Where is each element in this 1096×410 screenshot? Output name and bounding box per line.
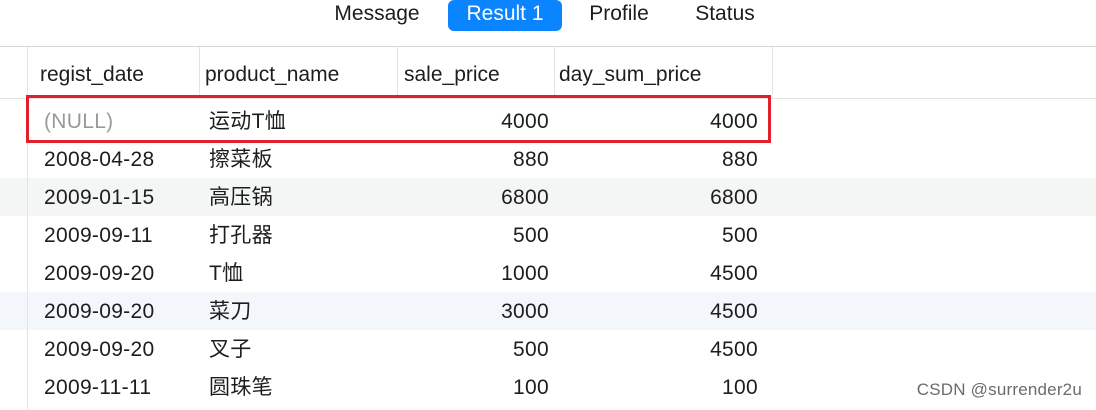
cell-day-sum-price[interactable]: 4500 xyxy=(555,330,758,368)
tab-bar: Message Result 1 Profile Status xyxy=(0,0,1096,40)
cell-regist-date[interactable]: 2009-11-11 xyxy=(44,368,200,406)
cell-sale-price[interactable]: 4000 xyxy=(398,102,549,140)
cell-day-sum-price[interactable]: 4500 xyxy=(555,292,758,330)
cell-sale-price[interactable]: 500 xyxy=(398,330,549,368)
tab-result-1[interactable]: Result 1 xyxy=(448,0,562,31)
table-row[interactable]: 2009-09-11 打孔器 500 500 xyxy=(0,216,1096,254)
cell-day-sum-price[interactable]: 4500 xyxy=(555,254,758,292)
cell-product-name[interactable]: 圆珠笔 xyxy=(209,368,398,406)
cell-regist-date[interactable]: 2009-09-20 xyxy=(44,292,200,330)
tab-profile[interactable]: Profile xyxy=(574,0,664,31)
table-row[interactable]: 2009-09-20 菜刀 3000 4500 xyxy=(0,292,1096,330)
cell-product-name[interactable]: 菜刀 xyxy=(209,292,398,330)
cell-product-name[interactable]: 高压锅 xyxy=(209,178,398,216)
watermark: CSDN @surrender2u xyxy=(916,380,1082,399)
cell-regist-date[interactable]: 2009-09-20 xyxy=(44,330,200,368)
table-header: regist_date product_name sale_price day_… xyxy=(0,47,1096,99)
cell-product-name[interactable]: 运动T恤 xyxy=(209,102,398,140)
result-window: Message Result 1 Profile Status regist_d… xyxy=(0,0,1096,410)
column-header-product-name[interactable]: product_name xyxy=(200,47,398,99)
cell-day-sum-price[interactable]: 6800 xyxy=(555,178,758,216)
cell-product-name[interactable]: 叉子 xyxy=(209,330,398,368)
cell-product-name[interactable]: T恤 xyxy=(209,254,398,292)
cell-sale-price[interactable]: 6800 xyxy=(398,178,549,216)
cell-regist-date[interactable]: 2009-01-15 xyxy=(44,178,200,216)
cell-regist-date[interactable]: 2008-04-28 xyxy=(44,140,200,178)
cell-sale-price[interactable]: 1000 xyxy=(398,254,549,292)
table-row[interactable]: 2009-01-15 高压锅 6800 6800 xyxy=(0,178,1096,216)
cell-day-sum-price[interactable]: 100 xyxy=(555,368,758,406)
cell-sale-price[interactable]: 880 xyxy=(398,140,549,178)
cell-day-sum-price[interactable]: 4000 xyxy=(555,102,758,140)
result-grid: regist_date product_name sale_price day_… xyxy=(0,47,1096,410)
column-header-day-sum-price[interactable]: day_sum_price xyxy=(555,47,773,99)
cell-regist-date[interactable]: 2009-09-20 xyxy=(44,254,200,292)
column-header-regist-date[interactable]: regist_date xyxy=(28,47,200,99)
tab-status[interactable]: Status xyxy=(680,0,770,31)
cell-product-name[interactable]: 擦菜板 xyxy=(209,140,398,178)
cell-product-name[interactable]: 打孔器 xyxy=(209,216,398,254)
table-row[interactable]: 2009-09-20 叉子 500 4500 xyxy=(0,330,1096,368)
table-row[interactable]: 2008-04-28 擦菜板 880 880 xyxy=(0,140,1096,178)
grid-left-border xyxy=(27,47,28,410)
cell-day-sum-price[interactable]: 500 xyxy=(555,216,758,254)
column-header-sale-price[interactable]: sale_price xyxy=(398,47,555,99)
tab-message[interactable]: Message xyxy=(320,0,434,31)
cell-regist-date[interactable]: 2009-09-11 xyxy=(44,216,200,254)
cell-regist-date[interactable]: (NULL) xyxy=(44,102,200,140)
cell-sale-price[interactable]: 3000 xyxy=(398,292,549,330)
cell-day-sum-price[interactable]: 880 xyxy=(555,140,758,178)
cell-sale-price[interactable]: 500 xyxy=(398,216,549,254)
table-row[interactable]: (NULL) 运动T恤 4000 4000 xyxy=(0,102,1096,140)
cell-sale-price[interactable]: 100 xyxy=(398,368,549,406)
table-row[interactable]: 2009-09-20 T恤 1000 4500 xyxy=(0,254,1096,292)
